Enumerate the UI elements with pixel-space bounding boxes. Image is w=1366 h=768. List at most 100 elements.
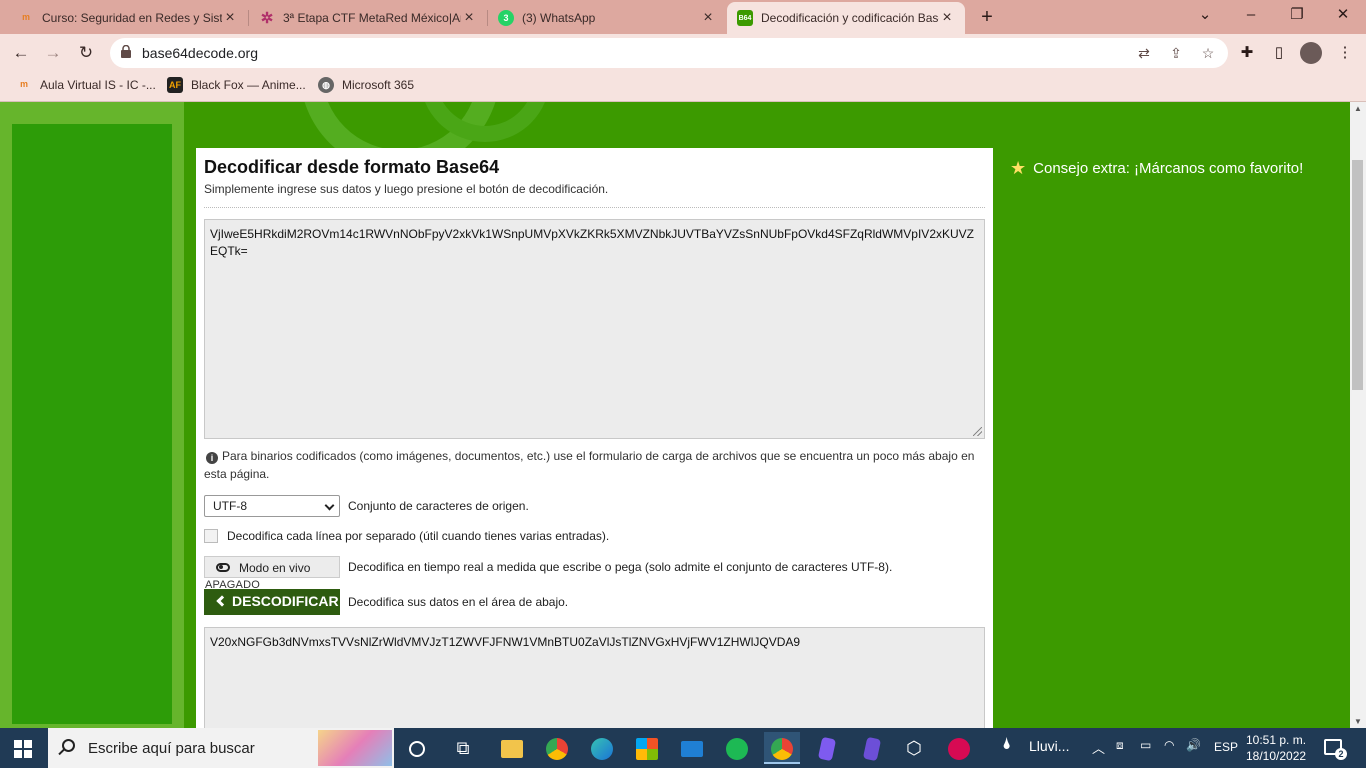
language-indicator[interactable]: ESP: [1214, 740, 1238, 754]
profile-avatar[interactable]: [1300, 42, 1322, 64]
weather-label[interactable]: Lluvi...: [1029, 738, 1069, 754]
virtualbox-icon[interactable]: ⬡: [896, 732, 932, 764]
tab-whatsapp[interactable]: 3 (3) WhatsApp ×: [488, 4, 726, 32]
tab-title: Decodificación y codificación Base64: [761, 11, 939, 25]
share-icon[interactable]: ⇪: [1166, 43, 1186, 63]
clock-time: 10:51 p. m.: [1246, 733, 1307, 747]
live-mode-label: Modo en vivo: [239, 561, 311, 575]
b64-icon: B64: [737, 10, 753, 26]
close-tab-icon[interactable]: ×: [939, 9, 955, 27]
url-text: base64decode.org: [142, 45, 258, 61]
divider: [204, 207, 985, 208]
tab-title: (3) WhatsApp: [522, 11, 596, 25]
output-textarea[interactable]: V20xNGFGb3dNVmxsTVVsNlZrWldVMVJzT1ZWVFJF…: [204, 627, 985, 728]
decode-row: DESCODIFICAR Decodifica sus datos en el …: [204, 589, 985, 615]
tab-title: Curso: Seguridad en Redes y Sistemas: [42, 11, 222, 25]
chrome-profile-icon[interactable]: [764, 732, 800, 764]
live-mode-toggle[interactable]: Modo en vivo: [204, 556, 340, 578]
output-text: V20xNGFGb3dNVmxsTVVsNlZrWldVMVJzT1ZWVFJF…: [210, 635, 801, 649]
bookmark-label: Black Fox — Anime...: [191, 78, 306, 92]
line-by-line-checkbox[interactable]: [204, 529, 218, 543]
tab-title: 3ª Etapa CTF MetaRed México|Anuncio: [283, 11, 461, 25]
wifi-icon[interactable]: ◠: [1164, 738, 1174, 752]
new-tab-button[interactable]: +: [976, 6, 998, 28]
tab-search-chevron-icon[interactable]: ⌄: [1182, 0, 1228, 32]
reload-icon[interactable]: ↻: [73, 40, 99, 66]
translate-icon[interactable]: ⇄: [1134, 43, 1154, 63]
page-scrollbar[interactable]: ▲ ▼: [1350, 102, 1366, 728]
back-icon[interactable]: ←: [8, 40, 34, 66]
bookmark-label: Microsoft 365: [342, 78, 415, 92]
close-window-button[interactable]: ✕: [1320, 0, 1366, 32]
notification-count: 2: [1335, 748, 1347, 760]
star-icon: ★: [1010, 158, 1027, 178]
decoder-card: Decodificar desde formato Base64 Simplem…: [196, 148, 993, 728]
windows-start-icon[interactable]: [14, 740, 32, 758]
page-title: Decodificar desde formato Base64: [204, 157, 500, 177]
extensions-icon[interactable]: ✚: [1236, 42, 1258, 64]
ad-banner: [12, 124, 172, 724]
tab-metared[interactable]: ✲ 3ª Etapa CTF MetaRed México|Anuncio ×: [249, 4, 487, 32]
bookmark-black-fox[interactable]: AF Black Fox — Anime...: [167, 77, 306, 93]
file-explorer-icon[interactable]: [494, 732, 530, 764]
decode-description: Decodifica sus datos en el área de abajo…: [348, 595, 569, 609]
battery-icon[interactable]: ▭: [1140, 738, 1151, 752]
decode-button[interactable]: DESCODIFICAR: [204, 589, 340, 615]
line-by-line-row: Decodifica cada línea por separado (útil…: [204, 526, 985, 548]
restore-button[interactable]: ❐: [1274, 0, 1320, 32]
cortana-icon[interactable]: [399, 732, 435, 764]
mail-icon[interactable]: [674, 732, 710, 764]
debian-icon[interactable]: [941, 732, 977, 764]
scrollbar-thumb[interactable]: [1352, 160, 1363, 390]
line-by-line-label: Decodifica cada línea por separado (útil…: [227, 529, 610, 543]
bookmark-aula-virtual[interactable]: ᵐ Aula Virtual IS - IC -...: [16, 77, 156, 93]
live-mode-description: Decodifica en tiempo real a medida que e…: [348, 560, 893, 574]
note-text: Para binarios codificados (como imágenes…: [204, 449, 975, 481]
globe-icon: ◍: [318, 77, 334, 93]
scroll-down-icon[interactable]: ▼: [1350, 717, 1366, 726]
obsidian-vault-icon[interactable]: [854, 732, 890, 764]
show-hidden-icons[interactable]: ︿: [1092, 738, 1105, 757]
info-icon: i: [206, 452, 218, 464]
address-bar[interactable]: base64decode.org ⇄ ⇪ ☆: [110, 38, 1228, 68]
input-textarea[interactable]: VjIweE5HRkdiM2ROVm14c1RWVnNObFpyV2xkVk1W…: [204, 219, 985, 439]
edge-icon[interactable]: [584, 732, 620, 764]
menu-kebab-icon[interactable]: ⋮: [1334, 42, 1356, 64]
minimize-button[interactable]: –: [1228, 0, 1274, 32]
taskbar-clock[interactable]: 10:51 p. m. 18/10/2022: [1246, 732, 1306, 764]
taskbar-search[interactable]: Escribe aquí para buscar: [48, 728, 394, 768]
close-tab-icon[interactable]: ×: [700, 9, 716, 27]
chevron-left-icon: [216, 595, 228, 607]
tab-base64-active[interactable]: B64 Decodificación y codificación Base64…: [727, 2, 965, 34]
charset-row: UTF-8 Conjunto de caracteres de origen.: [204, 495, 985, 517]
bookmark-label: Aula Virtual IS - IC -...: [40, 78, 156, 92]
notification-center-icon[interactable]: 2: [1324, 739, 1347, 760]
bookmark-microsoft-365[interactable]: ◍ Microsoft 365: [318, 77, 414, 93]
side-panel-icon[interactable]: ▯: [1268, 42, 1290, 64]
volume-icon[interactable]: 🔊: [1186, 738, 1201, 752]
search-icon: [62, 739, 75, 752]
binary-note: i Para binarios codificados (como imágene…: [204, 447, 985, 483]
toggle-icon: [216, 563, 230, 572]
live-mode-row: Modo en vivo Decodifica en tiempo real a…: [204, 556, 985, 578]
store-icon[interactable]: [629, 732, 665, 764]
close-tab-icon[interactable]: ×: [461, 9, 477, 27]
resize-handle[interactable]: [973, 427, 982, 436]
bookmark-star-icon[interactable]: ☆: [1198, 43, 1218, 63]
network-icon[interactable]: ⧈: [1116, 738, 1124, 753]
scroll-up-icon[interactable]: ▲: [1350, 104, 1366, 113]
spotify-icon[interactable]: [719, 732, 755, 764]
forward-icon[interactable]: →: [40, 40, 66, 66]
moodle-icon: ᵐ: [22, 10, 30, 26]
page-content: Decodificar desde formato Base64 Simplem…: [0, 102, 1350, 728]
tip-text: Consejo extra: ¡Márcanos como favorito!: [1033, 160, 1304, 177]
obsidian-icon[interactable]: [809, 732, 845, 764]
chrome-icon[interactable]: [539, 732, 575, 764]
tab-curso[interactable]: ᵐ Curso: Seguridad en Redes y Sistemas ×: [8, 4, 248, 32]
browser-toolbar: ← → ↻ base64decode.org ⇄ ⇪ ☆ ✚ ▯ ⋮: [0, 34, 1366, 71]
task-view-icon[interactable]: ⧉: [445, 732, 481, 764]
close-tab-icon[interactable]: ×: [222, 9, 238, 27]
charset-label: Conjunto de caracteres de origen.: [348, 499, 529, 513]
lock-icon[interactable]: [121, 45, 131, 58]
charset-select[interactable]: UTF-8: [204, 495, 340, 517]
